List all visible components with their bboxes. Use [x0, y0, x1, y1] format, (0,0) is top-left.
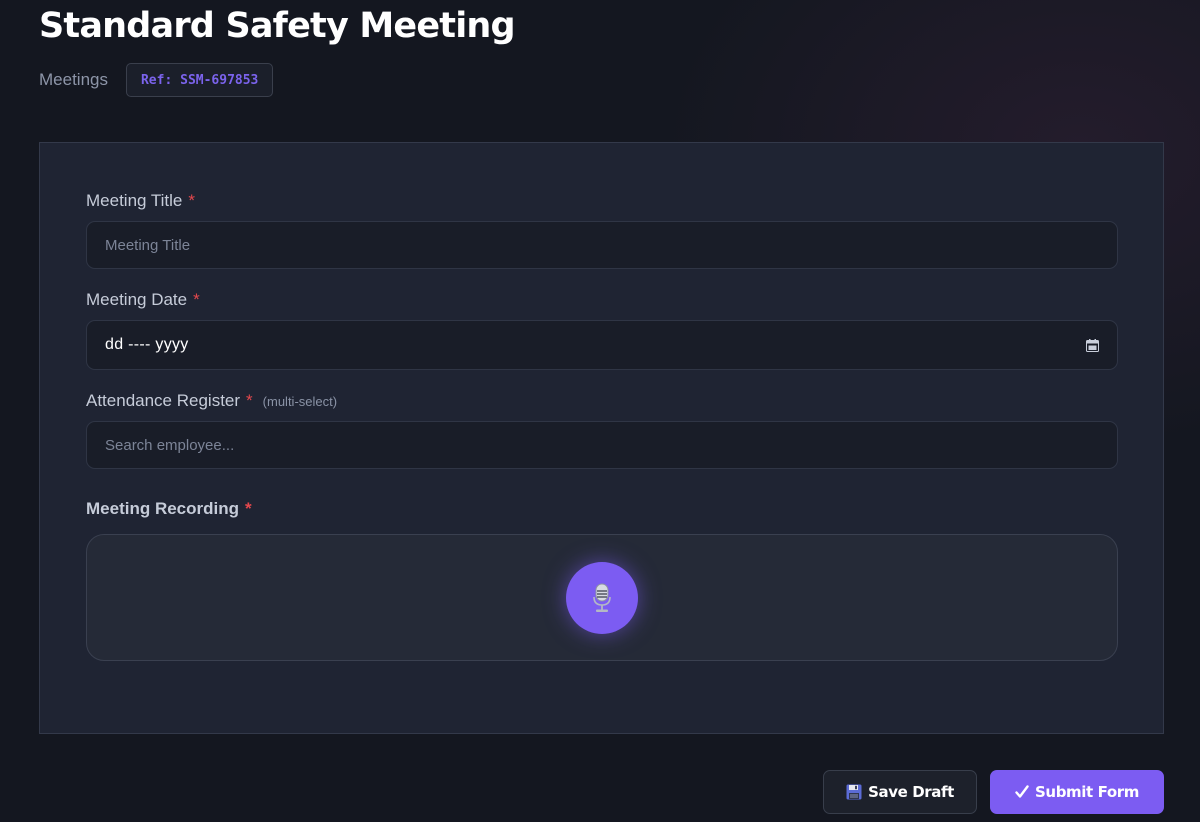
attendance-label: Attendance Register * (multi-select)	[86, 391, 337, 411]
meeting-recording-label-text: Meeting Recording	[86, 499, 240, 518]
meeting-date-label-text: Meeting Date	[86, 290, 188, 309]
meeting-date-value: dd ---- yyyy	[105, 336, 189, 353]
microphone-icon	[593, 583, 611, 612]
multi-select-hint: (multi-select)	[262, 394, 338, 409]
recording-dropzone	[86, 534, 1118, 661]
required-asterisk: *	[246, 391, 253, 410]
meeting-title-placeholder: Meeting Title	[105, 236, 191, 254]
required-asterisk: *	[188, 191, 196, 210]
meeting-date-label: Meeting Date *	[86, 290, 200, 310]
meeting-title-input[interactable]: Meeting Title	[86, 221, 1118, 269]
meeting-title-label-text: Meeting Title	[86, 191, 183, 210]
meeting-form: Meeting Title * Meeting Title Meeting Da…	[39, 142, 1164, 734]
submit-form-label: Submit Form	[1035, 783, 1139, 801]
attendance-label-text: Attendance Register	[86, 391, 241, 410]
submit-form-button[interactable]: Submit Form	[990, 770, 1164, 814]
employee-search-placeholder: Search employee...	[105, 436, 235, 454]
meeting-date-input[interactable]: dd ---- yyyy	[86, 320, 1118, 370]
save-draft-label: Save Draft	[868, 783, 954, 801]
calendar-icon[interactable]	[1086, 338, 1099, 352]
reference-badge: Ref: SSM-697853	[125, 63, 274, 97]
save-draft-button[interactable]: Save Draft	[823, 770, 977, 814]
page-title: Standard Safety Meeting	[39, 6, 516, 46]
required-asterisk: *	[245, 499, 252, 518]
floppy-disk-icon	[846, 784, 862, 800]
breadcrumb-meetings[interactable]: Meetings	[39, 70, 108, 90]
record-button[interactable]	[566, 562, 638, 634]
employee-search-input[interactable]: Search employee...	[86, 421, 1118, 469]
meeting-title-label: Meeting Title *	[86, 191, 195, 211]
required-asterisk: *	[193, 290, 200, 309]
checkmark-icon	[1015, 785, 1029, 799]
meeting-recording-label: Meeting Recording *	[86, 499, 252, 519]
breadcrumb: Meetings Ref: SSM-697853	[39, 63, 274, 97]
